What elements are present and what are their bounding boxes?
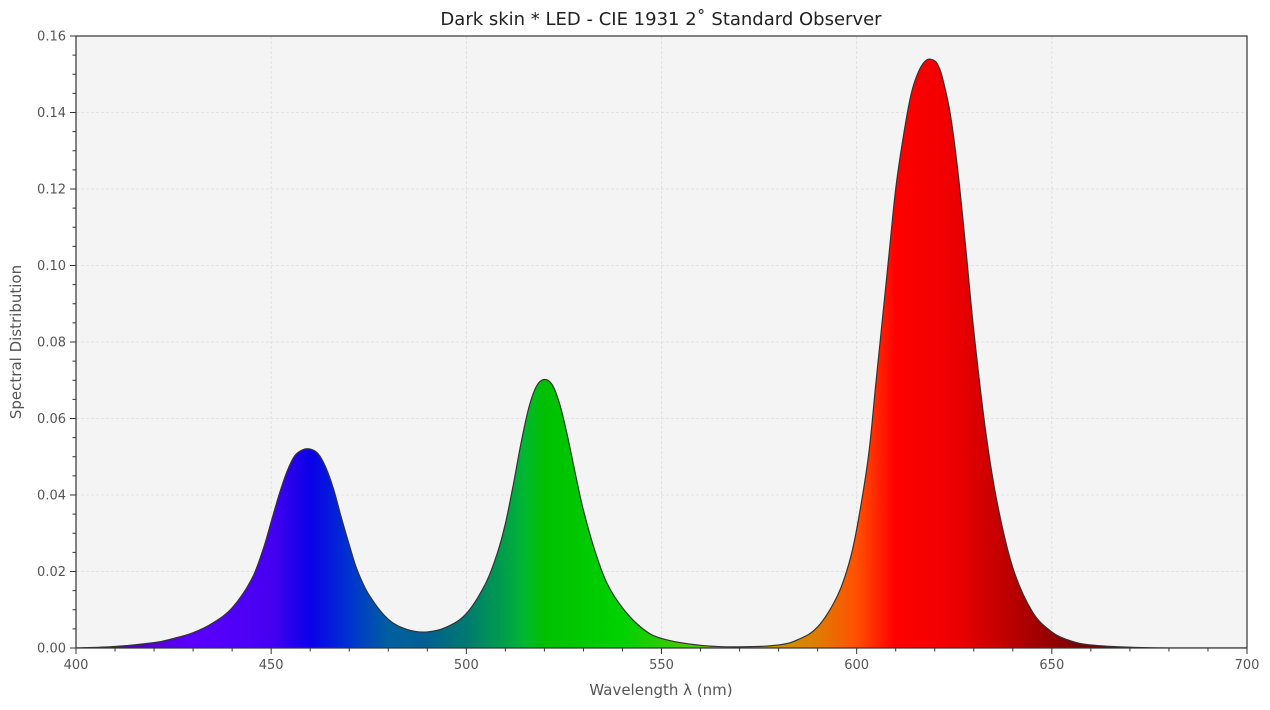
x-tick-label: 600 xyxy=(844,658,869,673)
x-tick-label: 700 xyxy=(1235,658,1260,673)
x-tick-label: 500 xyxy=(454,658,479,673)
x-tick-label: 450 xyxy=(259,658,284,673)
y-tick-label: 0.06 xyxy=(37,412,66,427)
x-tick-label: 400 xyxy=(64,658,89,673)
y-tick-label: 0.04 xyxy=(37,489,66,504)
y-tick-label: 0.00 xyxy=(37,642,66,657)
y-tick-label: 0.02 xyxy=(37,565,66,580)
chart-title: Dark skin * LED - CIE 1931 2˚ Standard O… xyxy=(440,9,882,30)
y-tick-label: 0.10 xyxy=(37,259,66,274)
y-tick-label: 0.14 xyxy=(37,106,66,121)
x-axis-label: Wavelength λ (nm) xyxy=(589,681,732,699)
y-tick-label: 0.08 xyxy=(37,336,66,351)
y-tick-label: 0.16 xyxy=(37,30,66,45)
x-tick-label: 650 xyxy=(1039,658,1064,673)
spectral-distribution-chart: 400 450 500 550 600 650 700 0.00 0.02 0.04 0.06 0.0… xyxy=(7,9,1260,699)
y-axis-label: Spectral Distribution xyxy=(7,265,25,419)
y-tick-label: 0.12 xyxy=(37,183,66,198)
x-tick-label: 550 xyxy=(649,658,674,673)
